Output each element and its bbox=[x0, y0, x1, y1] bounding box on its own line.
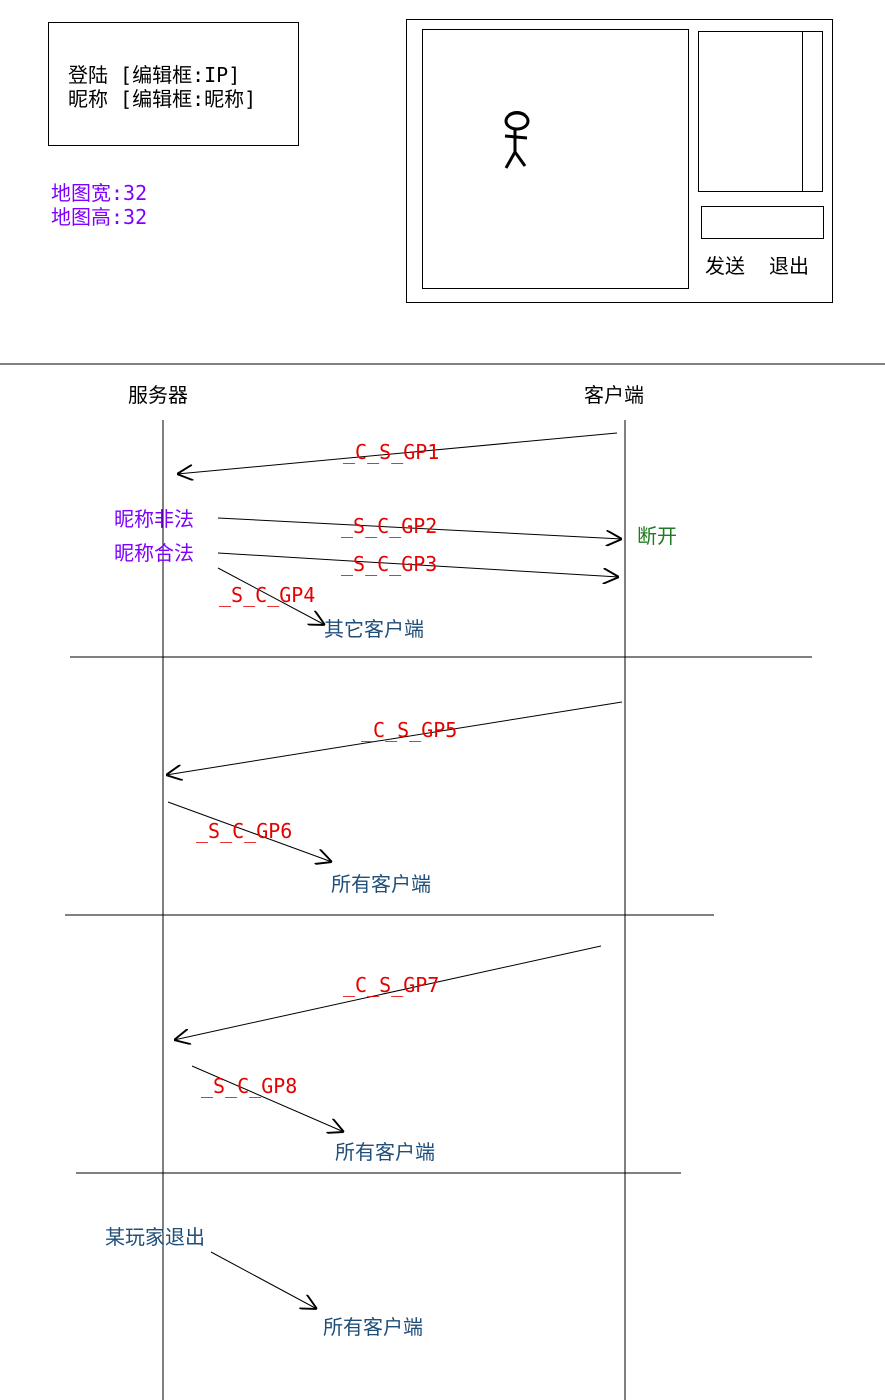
chat-log-scrollbar[interactable] bbox=[802, 32, 822, 191]
send-button[interactable]: 发送 bbox=[705, 256, 745, 276]
login-nickname-line[interactable]: 昵称 [编辑框:昵称] bbox=[68, 89, 256, 109]
message-label-gp2: _S_C_GP2 bbox=[341, 514, 438, 538]
message-label-gp3: _S_C_GP3 bbox=[341, 552, 438, 576]
message-label-gp1: _C_S_GP1 bbox=[343, 440, 440, 464]
note-disconnect: 断开 bbox=[637, 524, 677, 548]
note-all-clients-2: 所有客户端 bbox=[335, 1140, 435, 1164]
note-all-clients-1: 所有客户端 bbox=[331, 872, 431, 896]
server-header: 服务器 bbox=[128, 383, 188, 407]
note-player-exit: 某玩家退出 bbox=[105, 1225, 205, 1249]
note-nickname-valid: 昵称合法 bbox=[114, 541, 194, 565]
message-label-gp6: _S_C_GP6 bbox=[196, 819, 293, 843]
note-other-clients: 其它客户端 bbox=[324, 617, 424, 641]
note-all-clients-3: 所有客户端 bbox=[323, 1315, 423, 1339]
map-width-label: 地图宽:32 bbox=[51, 181, 148, 205]
login-box: 登陆 [编辑框:IP] 昵称 [编辑框:昵称] bbox=[48, 22, 299, 146]
note-nickname-invalid: 昵称非法 bbox=[114, 507, 194, 531]
message-label-gp7: _C_S_GP7 bbox=[343, 973, 440, 997]
chat-input[interactable] bbox=[701, 206, 824, 239]
message-label-gp5: _C_S_GP5 bbox=[361, 718, 458, 742]
map-view[interactable] bbox=[422, 29, 689, 289]
arrow-player-exit bbox=[210, 1251, 317, 1309]
player-stick-figure-icon bbox=[504, 111, 530, 169]
map-height-label: 地图高:32 bbox=[51, 205, 148, 229]
exit-button[interactable]: 退出 bbox=[769, 256, 809, 276]
client-header: 客户端 bbox=[584, 383, 644, 407]
game-window: 发送 退出 bbox=[406, 19, 833, 303]
login-ip-line[interactable]: 登陆 [编辑框:IP] bbox=[68, 65, 240, 85]
chat-log[interactable] bbox=[698, 31, 823, 192]
message-label-gp4: _S_C_GP4 bbox=[219, 583, 316, 607]
message-label-gp8: _S_C_GP8 bbox=[201, 1074, 298, 1098]
